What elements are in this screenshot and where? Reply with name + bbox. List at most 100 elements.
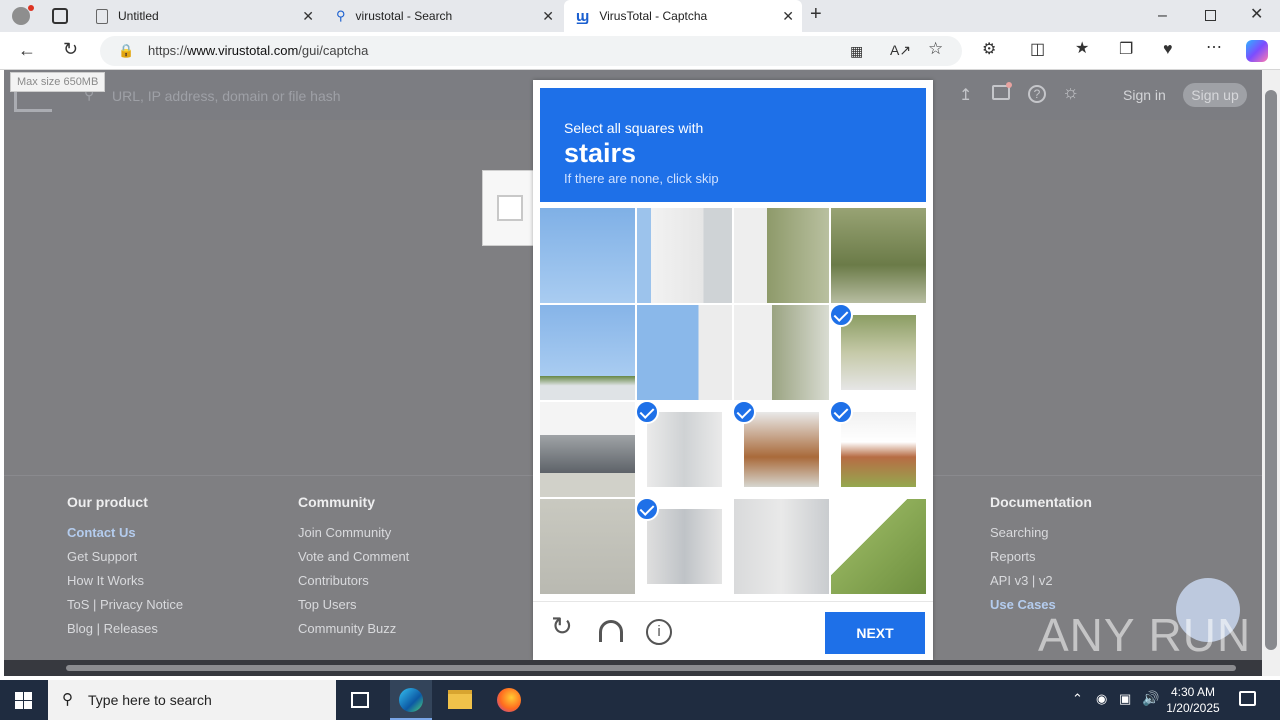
captcha-tile-image: [841, 315, 916, 390]
footer-col-documentation: Documentation Searching Reports API v3 |…: [990, 494, 1092, 621]
taskbar-search-placeholder: Type here to search: [88, 692, 212, 708]
footer-col-our-product: Our product Contact Us Get Support How I…: [67, 494, 183, 645]
captcha-tile[interactable]: [734, 208, 829, 303]
footer-link[interactable]: API v3 | v2: [990, 573, 1092, 597]
tab-untitled[interactable]: Untitled ✕: [84, 0, 322, 32]
scroll-thumb[interactable]: [66, 665, 1236, 671]
next-button[interactable]: NEXT: [825, 612, 925, 654]
captcha-tile[interactable]: [540, 208, 635, 303]
captcha-tile[interactable]: [734, 499, 829, 594]
tab-label: Untitled: [118, 9, 159, 23]
collections-icon[interactable]: ❐: [1119, 42, 1133, 58]
captcha-tile[interactable]: [831, 499, 926, 594]
footer-link[interactable]: Contributors: [298, 573, 409, 597]
footer-link[interactable]: Reports: [990, 549, 1092, 573]
footer-heading: Our product: [67, 494, 148, 510]
restore-icon[interactable]: [1205, 10, 1216, 21]
captcha-tile[interactable]: [637, 305, 732, 400]
clock-date: 1/20/2025: [1166, 701, 1220, 715]
chat-notification-dot: [1006, 82, 1012, 88]
split-screen-icon[interactable]: ◫: [1030, 42, 1045, 58]
captcha-tile[interactable]: [831, 305, 926, 400]
windows-taskbar: ⚲ Type here to search ⌃ ◉ ▣ 🔊 4:30 AM 1/…: [0, 680, 1280, 720]
taskbar-search[interactable]: ⚲ Type here to search: [48, 680, 336, 720]
close-tab-icon[interactable]: ✕: [302, 8, 314, 25]
windows-start-icon[interactable]: [15, 692, 32, 709]
tab-label: VirusTotal - Captcha: [599, 9, 708, 23]
copilot-icon[interactable]: [1246, 40, 1268, 62]
captcha-tile[interactable]: [540, 305, 635, 400]
captcha-hint: If there are none, click skip: [564, 171, 719, 186]
captcha-tile[interactable]: [734, 305, 829, 400]
task-view-icon[interactable]: [351, 692, 369, 708]
url-field[interactable]: 🔒 https://www.virustotal.com/gui/captcha…: [100, 36, 962, 66]
edge-taskbar-icon[interactable]: [390, 680, 432, 720]
show-hidden-icons-icon[interactable]: ⌃: [1072, 691, 1083, 707]
audio-challenge-icon[interactable]: [599, 620, 623, 642]
volume-icon[interactable]: 🔊: [1142, 690, 1159, 707]
footer-link[interactable]: Top Users: [298, 597, 409, 621]
sign-up-button[interactable]: Sign up: [1183, 83, 1247, 107]
captcha-tile[interactable]: [831, 208, 926, 303]
footer-link[interactable]: Community Buzz: [298, 621, 409, 645]
meet-now-icon[interactable]: ◉: [1096, 691, 1107, 707]
tab-label: virustotal - Search: [355, 9, 453, 23]
tab-actions-icon[interactable]: [52, 8, 68, 24]
profile-icon[interactable]: [12, 7, 30, 25]
close-tab-icon[interactable]: ✕: [542, 8, 554, 25]
captcha-tile-image: [647, 509, 722, 584]
sign-in-link[interactable]: Sign in: [1123, 87, 1166, 103]
captcha-tile[interactable]: [637, 499, 732, 594]
horizontal-scrollbar[interactable]: [4, 660, 1262, 676]
read-aloud-icon[interactable]: A↗: [890, 42, 911, 58]
captcha-prompt: Select all squares with stairs If there …: [540, 88, 926, 202]
footer-link[interactable]: Blog | Releases: [67, 621, 183, 645]
info-icon[interactable]: i: [646, 619, 672, 645]
scroll-thumb[interactable]: [1265, 90, 1277, 650]
captcha-tile[interactable]: [637, 208, 732, 303]
captcha-tile[interactable]: [734, 402, 829, 497]
footer-link[interactable]: Contact Us: [67, 525, 183, 549]
theme-toggle-icon[interactable]: ☼: [1062, 82, 1079, 104]
minimize-icon[interactable]: –: [1158, 8, 1167, 24]
tab-virustotal-captcha[interactable]: ϣ VirusTotal - Captcha ✕: [564, 0, 802, 32]
captcha-tile[interactable]: [540, 402, 635, 497]
footer-link[interactable]: Searching: [990, 525, 1092, 549]
more-menu-icon[interactable]: ⋯: [1206, 40, 1222, 56]
vertical-scrollbar[interactable]: [1262, 70, 1280, 676]
close-tab-icon[interactable]: ✕: [782, 8, 794, 25]
refresh-icon[interactable]: ↻: [551, 613, 573, 639]
firefox-icon[interactable]: [497, 688, 521, 712]
network-icon[interactable]: ▣: [1119, 691, 1131, 707]
upload-icon[interactable]: ↥: [959, 85, 972, 105]
footer-link[interactable]: Get Support: [67, 549, 183, 573]
tab-virustotal-search[interactable]: ⚲ virustotal - Search ✕: [324, 0, 562, 32]
app-available-icon[interactable]: ▦: [850, 43, 863, 59]
help-icon[interactable]: ?: [1028, 85, 1046, 103]
footer-link[interactable]: Join Community: [298, 525, 409, 549]
favorites-icon[interactable]: ★: [1075, 41, 1089, 57]
close-window-icon[interactable]: ✕: [1250, 7, 1263, 23]
clock[interactable]: 4:30 AM 1/20/2025: [1160, 684, 1226, 716]
captcha-tile[interactable]: [831, 402, 926, 497]
notifications-icon[interactable]: [1239, 691, 1256, 706]
virustotal-favicon-icon: ϣ: [576, 7, 590, 25]
captcha-checkbox[interactable]: [497, 195, 523, 221]
file-explorer-icon[interactable]: [448, 690, 472, 709]
refresh-icon[interactable]: ↻: [63, 40, 78, 58]
footer-link[interactable]: ToS | Privacy Notice: [67, 597, 183, 621]
footer-link[interactable]: Vote and Comment: [298, 549, 409, 573]
lock-icon: 🔒: [118, 43, 135, 58]
search-icon: ⚲: [336, 8, 346, 23]
vt-search-input[interactable]: URL, IP address, domain or file hash: [112, 88, 341, 104]
captcha-tile[interactable]: [540, 499, 635, 594]
browser-essentials-icon[interactable]: ♥: [1163, 42, 1173, 58]
captcha-tile-image: [744, 412, 819, 487]
extensions-icon[interactable]: ⚙: [982, 42, 996, 58]
footer-link[interactable]: How It Works: [67, 573, 183, 597]
captcha-tile[interactable]: [637, 402, 732, 497]
new-tab-icon[interactable]: +: [810, 4, 822, 24]
captcha-checkbox-card: [482, 170, 538, 246]
favorite-star-icon[interactable]: ☆: [928, 40, 943, 57]
back-icon[interactable]: ←: [18, 41, 36, 59]
